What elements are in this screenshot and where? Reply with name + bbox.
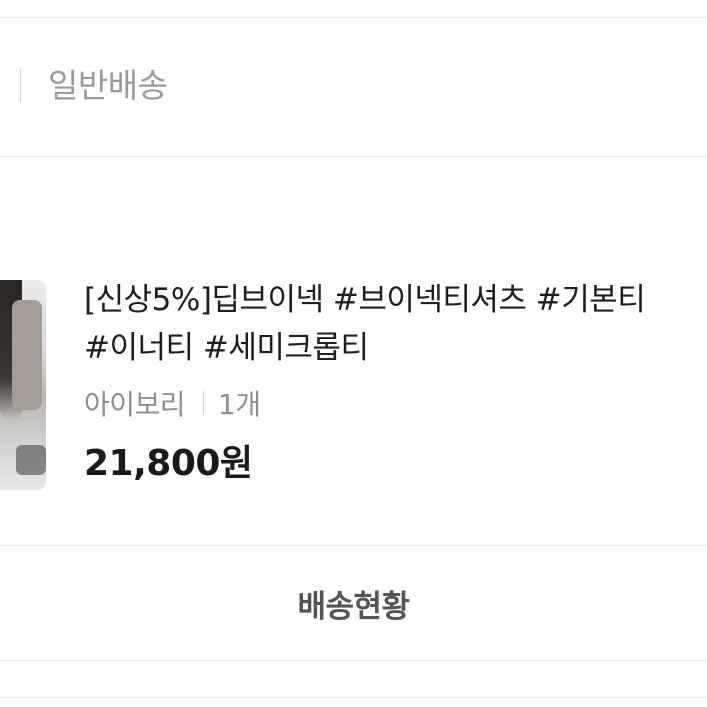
- shipping-type-label: 일반배송: [48, 66, 168, 105]
- thumbnail-object-shape: [16, 445, 46, 475]
- product-thumbnail[interactable]: [0, 280, 46, 490]
- product-option-row: 아이보리 1개: [84, 383, 261, 423]
- header-separator: [20, 68, 21, 102]
- button-divider: [0, 660, 707, 661]
- order-product-item[interactable]: [신상5%]딥브이넥 #브이넥티셔츠 #기본티 #이너티 #세미크롭티 아이보리…: [0, 270, 707, 500]
- option-separator: [203, 391, 205, 415]
- delivery-status-button[interactable]: 배송현황: [0, 546, 707, 660]
- product-option-color: 아이보리: [84, 388, 186, 421]
- product-title-line-1[interactable]: [신상5%]딥브이넥 #브이넥티셔츠 #기본티: [84, 280, 646, 320]
- shipping-type-header: 일반배송: [0, 18, 707, 156]
- header-divider: [0, 156, 707, 157]
- bottom-divider: [0, 697, 707, 698]
- product-title-line-2[interactable]: #이너티 #세미크롭티: [84, 328, 369, 368]
- thumbnail-shirt-shape: [12, 300, 42, 410]
- product-price: 21,800원: [84, 443, 253, 484]
- product-quantity: 1개: [218, 388, 261, 421]
